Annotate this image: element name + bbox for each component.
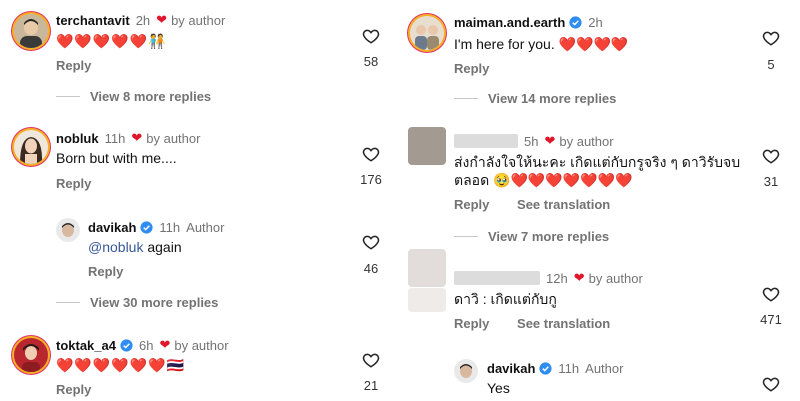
comment-header: 5h ❤ by author bbox=[454, 133, 614, 149]
heart-icon: ❤ bbox=[159, 337, 171, 352]
heart-icon: ❤ bbox=[573, 270, 585, 285]
comment-header: toktak_a4 6h ❤ by author bbox=[56, 337, 229, 353]
liked-by-author: ❤ by author bbox=[159, 337, 229, 353]
timestamp: 2h bbox=[135, 12, 151, 28]
like-count: 46 bbox=[363, 261, 379, 276]
comment-text: ❤️❤️❤️❤️❤️❤️🇹🇭 bbox=[56, 357, 186, 373]
username[interactable]: maiman.and.earth bbox=[454, 15, 565, 30]
reply-button[interactable]: Reply bbox=[454, 197, 489, 212]
username[interactable]: davikah bbox=[88, 220, 136, 235]
author-label: Author bbox=[585, 361, 624, 376]
view-more-replies[interactable]: View 8 more replies bbox=[56, 89, 211, 104]
view-more-replies[interactable]: View 30 more replies bbox=[56, 295, 218, 310]
avatar-toktak_a4[interactable] bbox=[14, 338, 48, 372]
avatar-nobluk[interactable] bbox=[14, 130, 48, 164]
timestamp: 11h bbox=[558, 361, 580, 376]
like-count: 471 bbox=[760, 312, 782, 327]
blurred-username bbox=[454, 134, 518, 148]
heart-icon: ❤ bbox=[131, 130, 143, 145]
username[interactable]: nobluk bbox=[56, 131, 99, 146]
reply-text: Yes bbox=[487, 380, 510, 396]
avatar-davikah[interactable] bbox=[56, 218, 80, 242]
like-count: 5 bbox=[767, 57, 775, 72]
like-count: 31 bbox=[763, 174, 779, 189]
like-heart-icon[interactable] bbox=[362, 351, 380, 369]
mention-link[interactable]: @nobluk bbox=[88, 239, 143, 255]
like-heart-icon[interactable] bbox=[762, 375, 780, 393]
comment-header: 12h ❤ by author bbox=[454, 270, 643, 286]
avatar-blurred-lower bbox=[408, 288, 446, 312]
username[interactable]: davikah bbox=[487, 361, 535, 376]
see-translation-button[interactable]: See translation bbox=[517, 197, 610, 212]
blurred-username bbox=[454, 271, 540, 285]
comment-text: I'm here for you. ❤️❤️❤️❤️ bbox=[454, 36, 629, 52]
username[interactable]: toktak_a4 bbox=[56, 338, 116, 353]
liked-by-author: ❤ by author bbox=[156, 12, 226, 28]
reply-button[interactable]: Reply bbox=[454, 61, 489, 76]
like-count: 58 bbox=[363, 54, 379, 69]
avatar-blurred[interactable] bbox=[408, 127, 446, 165]
verified-badge-icon bbox=[140, 221, 154, 234]
reply-text: @nobluk again bbox=[88, 239, 182, 255]
timestamp: 12h bbox=[546, 270, 568, 286]
reply-button[interactable]: Reply bbox=[56, 382, 91, 397]
avatar-blurred[interactable] bbox=[408, 249, 446, 287]
timestamp: 11h bbox=[159, 220, 181, 235]
reply-button[interactable]: Reply bbox=[88, 264, 123, 279]
liked-by-author: ❤ by author bbox=[573, 270, 643, 286]
timestamp: 11h bbox=[104, 130, 126, 146]
reply-actions: Reply bbox=[88, 264, 147, 279]
comment-text: Born but with me.... bbox=[56, 150, 177, 166]
like-heart-icon[interactable] bbox=[762, 29, 780, 47]
timestamp: 2h bbox=[588, 15, 603, 30]
like-heart-icon[interactable] bbox=[762, 285, 780, 303]
avatar-terchantavit[interactable] bbox=[14, 14, 48, 48]
reply-button[interactable]: Reply bbox=[56, 176, 91, 191]
comment-actions: Reply See translation bbox=[454, 316, 634, 331]
reply-header: davikah 11h Author bbox=[88, 220, 224, 235]
comment-text: ดาวิ : เกิดแต่กับกู bbox=[454, 291, 557, 307]
like-count: 21 bbox=[363, 378, 379, 393]
left-comment-column: terchantavit 2h ❤ by author ❤️❤️❤️❤️❤️🧑‍🤝… bbox=[0, 0, 400, 401]
verified-badge-icon bbox=[120, 338, 133, 352]
username[interactable]: terchantavit bbox=[56, 13, 130, 28]
liked-by-author: ❤ by author bbox=[544, 133, 614, 149]
comment-text-line1: ส่งกำลังใจให้นะคะ เกิดแต่กับกรูจริง ๆ ดา… bbox=[454, 154, 741, 170]
comment-actions: Reply bbox=[56, 176, 115, 191]
reply-button[interactable]: Reply bbox=[56, 58, 91, 73]
timestamp: 5h bbox=[524, 133, 539, 149]
comment-text-line2: ตลอด 🥹❤️❤️❤️❤️❤️❤️❤️ bbox=[454, 172, 633, 188]
reply-header: davikah 11h Author bbox=[487, 361, 623, 376]
comment-actions: Reply bbox=[56, 58, 115, 73]
heart-icon: ❤ bbox=[544, 133, 556, 148]
like-count: 176 bbox=[360, 172, 382, 187]
see-translation-button[interactable]: See translation bbox=[517, 316, 610, 331]
avatar-davikah[interactable] bbox=[454, 359, 478, 383]
verified-badge-icon bbox=[569, 16, 582, 29]
verified-badge-icon bbox=[539, 362, 553, 375]
view-more-replies[interactable]: View 14 more replies bbox=[454, 91, 616, 106]
heart-icon: ❤ bbox=[156, 12, 168, 27]
comment-header: nobluk 11h ❤ by author bbox=[56, 130, 200, 146]
right-comment-column: maiman.and.earth 2h I'm here for you. ❤️… bbox=[400, 0, 800, 401]
comment-text: ❤️❤️❤️❤️❤️🧑‍🤝‍🧑 bbox=[56, 33, 167, 49]
timestamp: 6h bbox=[138, 337, 154, 353]
comment-actions: Reply See translation bbox=[454, 197, 634, 212]
view-more-replies[interactable]: View 7 more replies bbox=[454, 229, 609, 244]
like-heart-icon[interactable] bbox=[762, 147, 780, 165]
like-heart-icon[interactable] bbox=[362, 145, 380, 163]
like-heart-icon[interactable] bbox=[362, 27, 380, 45]
reply-button[interactable]: Reply bbox=[454, 316, 489, 331]
liked-by-author: ❤ by author bbox=[131, 130, 201, 146]
comment-header: terchantavit 2h ❤ by author bbox=[56, 12, 225, 28]
like-heart-icon[interactable] bbox=[362, 233, 380, 251]
comment-actions: Reply bbox=[56, 382, 115, 397]
comment-actions: Reply bbox=[454, 61, 513, 76]
author-label: Author bbox=[186, 220, 225, 235]
comment-header: maiman.and.earth 2h bbox=[454, 15, 603, 30]
avatar-maiman-and-earth[interactable] bbox=[410, 16, 444, 50]
